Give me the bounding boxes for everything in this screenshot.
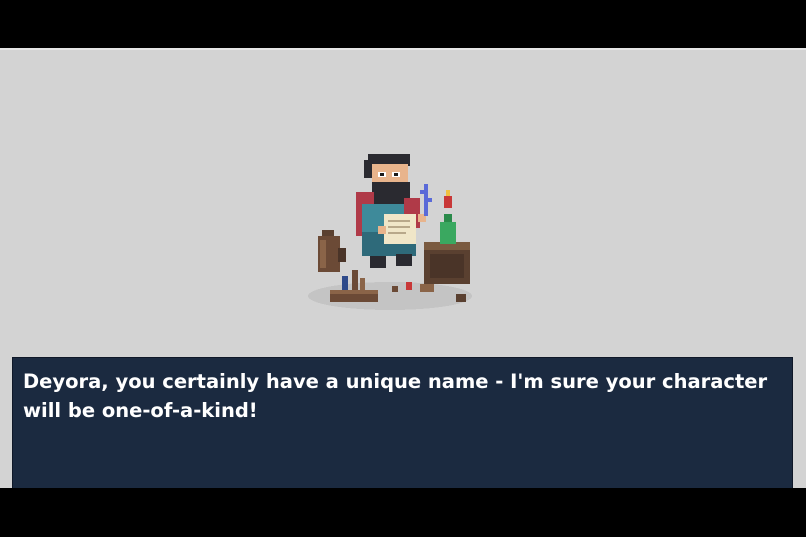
game-stage[interactable]: Deyora, you certainly have a unique name… [0, 48, 806, 518]
jug-icon [318, 230, 346, 272]
pedestal-icon [424, 190, 470, 284]
character-sprite [300, 146, 480, 318]
letterbox-top [0, 0, 806, 48]
dialog-text: Deyora, you certainly have a unique name… [23, 370, 768, 422]
letterbox-bottom [0, 488, 806, 537]
scholar-figure-icon [356, 154, 432, 268]
